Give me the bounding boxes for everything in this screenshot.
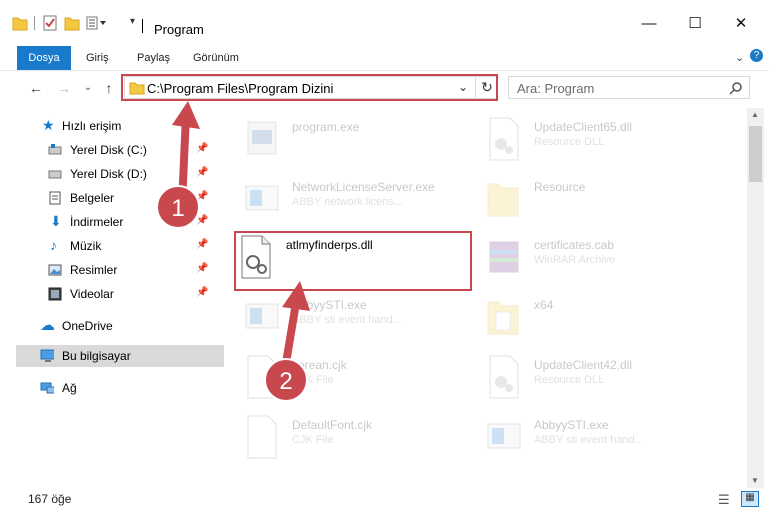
list-item[interactable]: UpdateClient42.dll Resource DLL [484, 352, 724, 410]
folder-icon [12, 17, 28, 31]
sidebar-item-label: Müzik [70, 239, 102, 253]
list-item[interactable]: DefaultFont.cjk CJK File [242, 412, 482, 470]
document-icon [49, 191, 61, 205]
file-name: AbbyySTI.exe [534, 418, 609, 432]
maximize-button[interactable]: ☐ [672, 8, 718, 38]
file-description: CJK File [292, 434, 334, 446]
search-box[interactable]: Ara: Program [508, 76, 750, 99]
tab-share[interactable]: Paylaş [137, 46, 170, 70]
tab-file[interactable]: Dosya [17, 46, 71, 70]
file-name: UpdateClient65.dll [534, 120, 633, 134]
video-icon [48, 287, 62, 301]
status-bar: 167 öğe ☰ ▦ [0, 488, 769, 512]
file-description: Resource DLL [534, 136, 605, 148]
sidebar-item-label: Videolar [70, 287, 114, 301]
download-icon: ⬇ [50, 213, 62, 229]
sidebar-item-label: Hızlı erişim [62, 119, 122, 133]
vertical-scrollbar[interactable]: ▲ ▼ [747, 108, 764, 488]
list-item[interactable]: UpdateClient65.dll Resource DLL [484, 114, 724, 172]
close-button[interactable]: ✕ [718, 8, 764, 38]
forward-arrow-icon[interactable]: → [54, 79, 74, 97]
exe-file-icon [487, 423, 521, 449]
search-icon[interactable] [729, 81, 743, 95]
file-name: Resource [534, 180, 586, 194]
callout-arrows [172, 101, 310, 367]
sidebar-item-label: Bu bilgisayar [62, 349, 131, 363]
item-count: 167 öğe [28, 492, 72, 506]
sidebar-item-label: OneDrive [62, 319, 113, 333]
list-item[interactable]: x64 [484, 292, 724, 350]
callout-badge-1: 1 [156, 185, 200, 229]
folder-icon [487, 183, 519, 217]
file-icon [247, 415, 277, 459]
new-folder-icon[interactable] [64, 14, 80, 32]
up-arrow-icon[interactable]: ↑ [99, 79, 119, 97]
scroll-down-icon[interactable]: ▼ [751, 476, 759, 485]
file-name: x64 [534, 298, 554, 312]
title-bar: ▾ Program — ☐ ✕ [0, 0, 769, 46]
folder-icon [487, 301, 519, 335]
properties-icon[interactable] [42, 14, 58, 32]
sidebar-item-label: Belgeler [70, 191, 115, 205]
back-arrow-icon[interactable]: ← [26, 79, 46, 97]
drive-icon [48, 170, 62, 179]
dll-file-icon [489, 355, 519, 399]
sidebar-item-label: İndirmeler [70, 215, 124, 229]
title-divider [142, 19, 143, 33]
list-item[interactable]: certificates.cab WinRAR Archive [484, 232, 724, 290]
sidebar-item-label: Yerel Disk (C:) [70, 143, 147, 157]
list-item[interactable]: Resource [484, 174, 724, 232]
large-icons-view-icon[interactable]: ▦ [741, 491, 759, 507]
file-name: UpdateClient42.dll [534, 358, 633, 372]
callout-badge-2: 2 [264, 358, 308, 402]
scroll-thumb[interactable] [749, 126, 762, 182]
tab-view[interactable]: Görünüm [193, 46, 239, 70]
dll-file-icon [489, 117, 519, 161]
sidebar-item-label: Yerel Disk (D:) [70, 167, 147, 181]
window-title: Program [154, 22, 204, 37]
file-description: Resource DLL [534, 374, 605, 386]
minimize-button[interactable]: — [626, 8, 672, 38]
tab-home[interactable]: Giriş [86, 46, 109, 70]
cloud-icon: ☁ [40, 317, 55, 334]
search-placeholder: Ara: Program [517, 81, 595, 96]
drive-icon [48, 144, 62, 155]
details-view-icon[interactable]: ☰ [718, 492, 730, 508]
quick-access-dropdown-icon[interactable]: ▾ [130, 16, 135, 27]
network-icon [40, 382, 54, 394]
sidebar-item-label: Resimler [70, 263, 118, 277]
list-item[interactable]: AbbyySTI.exe ABBY sti event hand... [484, 412, 724, 470]
help-icon[interactable]: ? [750, 49, 763, 62]
file-name: DefaultFont.cjk [292, 418, 373, 432]
ribbon-expand-icon[interactable]: ⌄ [735, 51, 744, 64]
star-icon: ★ [42, 117, 55, 133]
file-description: ABBY sti event hand... [534, 434, 644, 446]
recent-locations-icon[interactable]: ⌄ [78, 79, 98, 97]
sidebar-item-label: Ağ [62, 381, 77, 395]
picture-icon [48, 264, 62, 276]
file-name: certificates.cab [534, 238, 615, 252]
archive-icon [489, 241, 519, 273]
computer-icon [40, 349, 54, 362]
music-note-icon: ♪ [50, 237, 57, 253]
ribbon-tabs: Dosya Giriş Paylaş Görünüm ⌄ ? [0, 46, 769, 71]
scroll-up-icon[interactable]: ▲ [751, 110, 759, 119]
file-description: WinRAR Archive [534, 254, 616, 266]
toolbar-divider [34, 16, 35, 30]
customize-toolbar-icon[interactable] [86, 14, 110, 32]
